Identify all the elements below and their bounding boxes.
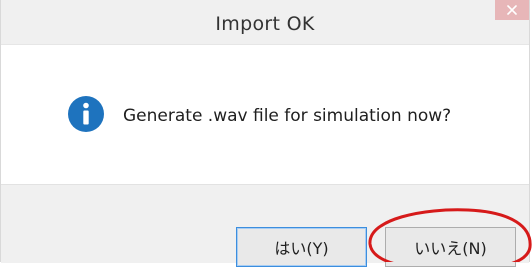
- dialog-title: Import OK: [215, 13, 315, 35]
- title-bar: Import OK: [1, 0, 529, 45]
- dialog-message: Generate .wav file for simulation now?: [123, 106, 452, 126]
- close-icon: [507, 5, 517, 15]
- dialog-content: Generate .wav file for simulation now?: [1, 45, 529, 183]
- close-button[interactable]: [495, 0, 529, 20]
- no-button[interactable]: いいえ(N): [385, 227, 516, 267]
- info-icon: [68, 96, 104, 132]
- import-ok-dialog: Import OK Generate .wav file for simulat…: [0, 0, 530, 263]
- yes-button[interactable]: はい(Y): [236, 227, 367, 267]
